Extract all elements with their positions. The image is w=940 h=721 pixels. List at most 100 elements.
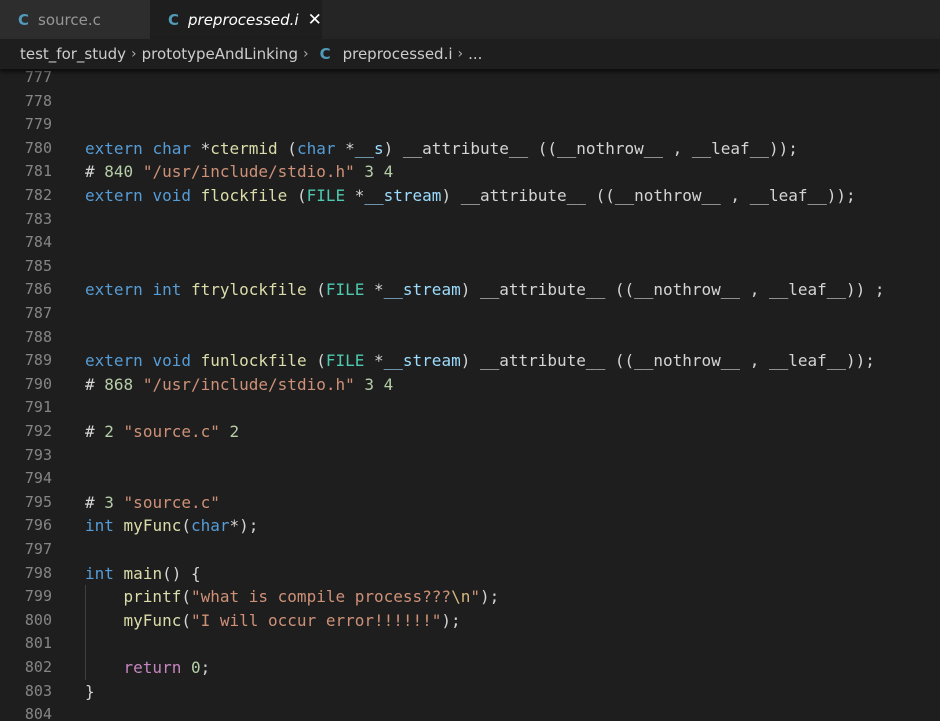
code-line[interactable]: 802 return 0; [0, 656, 940, 680]
code-line[interactable]: 801 [0, 632, 940, 656]
tab-preprocessed-i[interactable]: C preprocessed.i ✕ [150, 0, 322, 39]
code-token: char [190, 516, 230, 536]
code-line[interactable]: 788 [0, 326, 940, 350]
code-token: myFunc [123, 516, 182, 536]
code-text: # 2 "source.c" 2 [85, 420, 239, 444]
code-line[interactable]: 782 extern void flockfile (FILE *__stream… [0, 184, 940, 208]
code-line[interactable]: 790 # 868 "/usr/include/stdio.h" 3 4 [0, 373, 940, 397]
code-line[interactable]: 799 printf("what is compile process???\n… [0, 585, 940, 609]
code-token: 2 [229, 422, 240, 441]
line-number: 786 [24, 280, 52, 299]
code-line[interactable]: 789 extern void funlockfile (FILE *__stre… [0, 349, 940, 373]
line-number: 785 [24, 256, 52, 275]
code-line[interactable]: 785 [0, 255, 940, 279]
indent-guide [85, 585, 86, 680]
code-token: ( [181, 516, 191, 536]
line-number: 802 [24, 658, 52, 676]
c-file-icon: C [18, 10, 30, 29]
c-file-icon: C [168, 10, 180, 29]
code-line[interactable]: 797 [0, 538, 940, 562]
code-text: extern void funlockfile (FILE *__stream)… [85, 349, 875, 373]
code-line[interactable]: 796 int myFunc(char*); [0, 514, 940, 538]
code-token: extern [85, 351, 143, 371]
code-token: ( [181, 610, 191, 630]
code-editor[interactable]: 777 778 779 780 extern char *ctermid (char *… [0, 67, 940, 721]
code-token: ) __attribute__ ((__nothrow__ , __leaf__… [460, 351, 875, 371]
code-line[interactable]: 783 [0, 208, 940, 232]
code-text: int main() { [85, 562, 201, 586]
code-token: # [85, 162, 105, 182]
code-line[interactable]: 778 [0, 90, 940, 114]
breadcrumb-item-file[interactable]: preprocessed.i [343, 45, 453, 63]
code-line[interactable]: 793 [0, 444, 940, 468]
code-token: } [85, 681, 95, 701]
code-line[interactable]: 779 [0, 113, 940, 137]
code-token: # [85, 492, 105, 512]
line-number: 800 [24, 610, 52, 629]
code-token: main [123, 563, 163, 583]
code-token: printf [123, 587, 182, 607]
code-text: extern void flockfile (FILE *__stream) _… [85, 184, 856, 208]
code-token: ( [306, 351, 326, 371]
code-token: 3 [364, 374, 375, 394]
code-token: 0 [190, 658, 201, 677]
code-line[interactable]: 794 [0, 467, 940, 491]
code-line[interactable]: 787 [0, 302, 940, 326]
code-line[interactable]: 804 [0, 703, 940, 721]
code-token: extern [85, 186, 143, 205]
code-line[interactable]: 803} [0, 680, 940, 704]
code-token: __stream [383, 351, 461, 371]
code-line[interactable]: 781 # 840 "/usr/include/stdio.h" 3 4 [0, 160, 940, 184]
line-number: 782 [24, 186, 52, 204]
close-icon[interactable]: ✕ [308, 10, 322, 30]
code-token: __stream [383, 280, 461, 300]
code-token: * [364, 351, 384, 371]
line-number: 781 [24, 162, 52, 181]
line-number: 788 [24, 327, 52, 346]
line-number: 804 [24, 705, 52, 721]
breadcrumb-item-folder[interactable]: test_for_study [20, 45, 126, 63]
code-line[interactable]: 780 extern char *ctermid (char *__s) __at… [0, 137, 940, 161]
line-number: 792 [24, 422, 52, 440]
code-token: ( [277, 138, 297, 158]
tab-source-c[interactable]: C source.c [0, 0, 150, 39]
line-number: 791 [24, 398, 52, 417]
code-line[interactable]: 786 extern int ftrylockfile (FILE *__stre… [0, 278, 940, 302]
code-token: extern [85, 138, 143, 158]
code-line[interactable]: 795 # 3 "source.c" [0, 491, 940, 515]
code-token: ) __attribute__ ((__nothrow__ , __leaf__… [383, 138, 798, 158]
code-line[interactable]: 800 myFunc("I will occur error!!!!!!"); [0, 609, 940, 633]
code-line[interactable]: 798 int main() { [0, 562, 940, 586]
code-token: void [152, 351, 191, 371]
line-number: 778 [24, 91, 52, 110]
breadcrumb-item-symbols[interactable]: ... [468, 45, 482, 63]
code-text: int myFunc(char*); [85, 514, 258, 538]
breadcrumb-item-folder[interactable]: prototypeAndLinking [142, 45, 298, 63]
code-token: * [364, 280, 384, 300]
code-line[interactable]: 792 # 2 "source.c" 2 [0, 420, 940, 444]
code-token: funlockfile [200, 351, 307, 371]
code-token: ( [306, 280, 326, 300]
code-token: ( [287, 186, 307, 205]
chevron-right-icon: › [302, 46, 309, 62]
code-line[interactable]: 791 [0, 396, 940, 420]
line-number: 790 [24, 374, 52, 393]
code-token: ) __attribute__ ((__nothrow__ , __leaf__… [441, 186, 856, 205]
code-line[interactable]: 784 [0, 231, 940, 255]
code-line[interactable]: 777 [0, 67, 940, 90]
code-token: "I will occur error!!!!!!" [190, 610, 442, 630]
code-text: # 868 "/usr/include/stdio.h" 3 4 [85, 373, 393, 397]
code-token: # [85, 374, 105, 394]
